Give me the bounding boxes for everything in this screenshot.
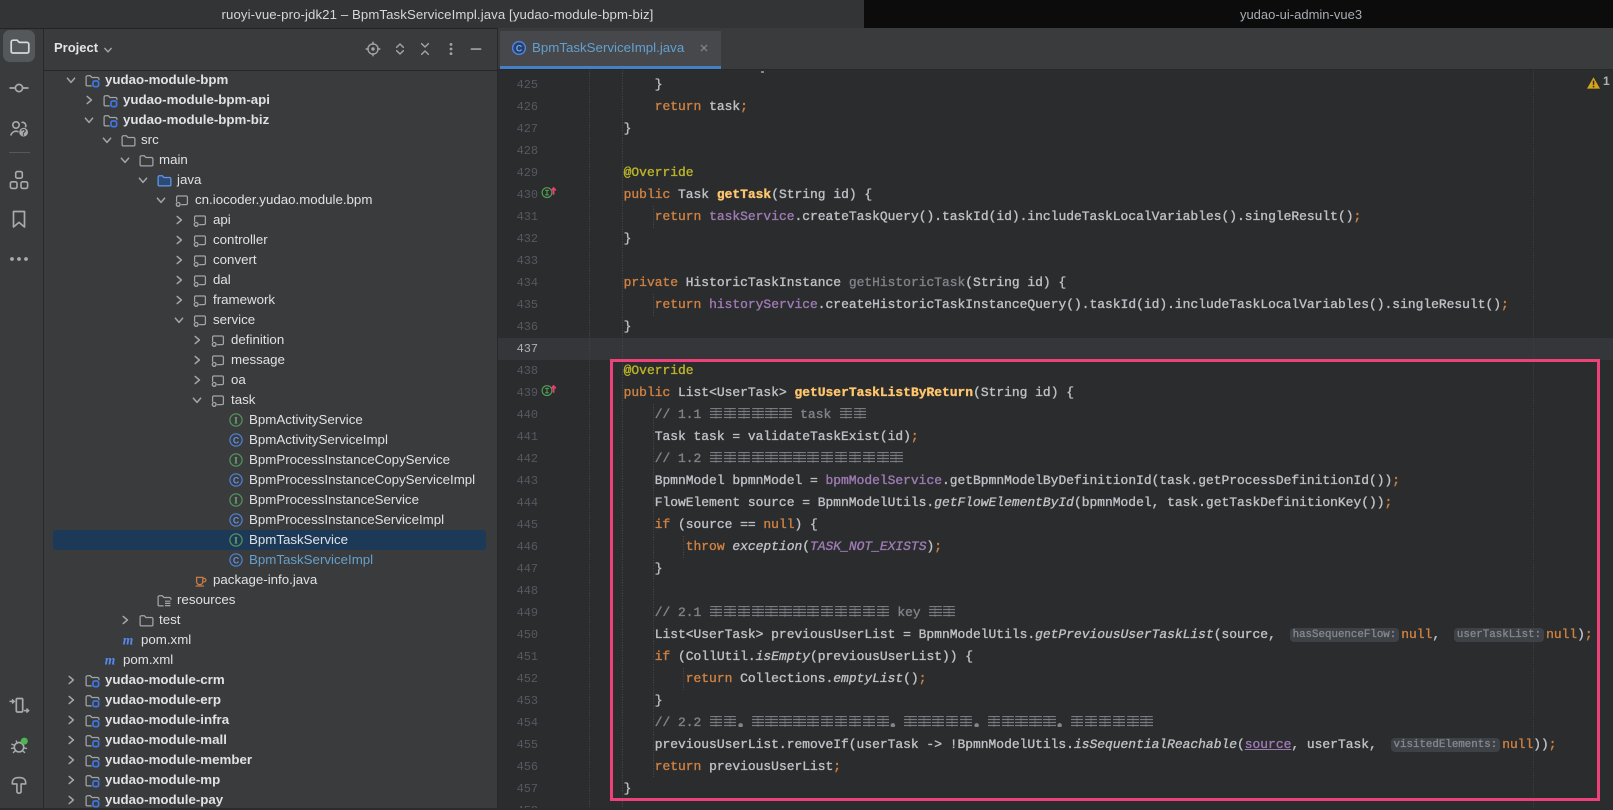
svg-text:?: ? <box>21 127 26 137</box>
